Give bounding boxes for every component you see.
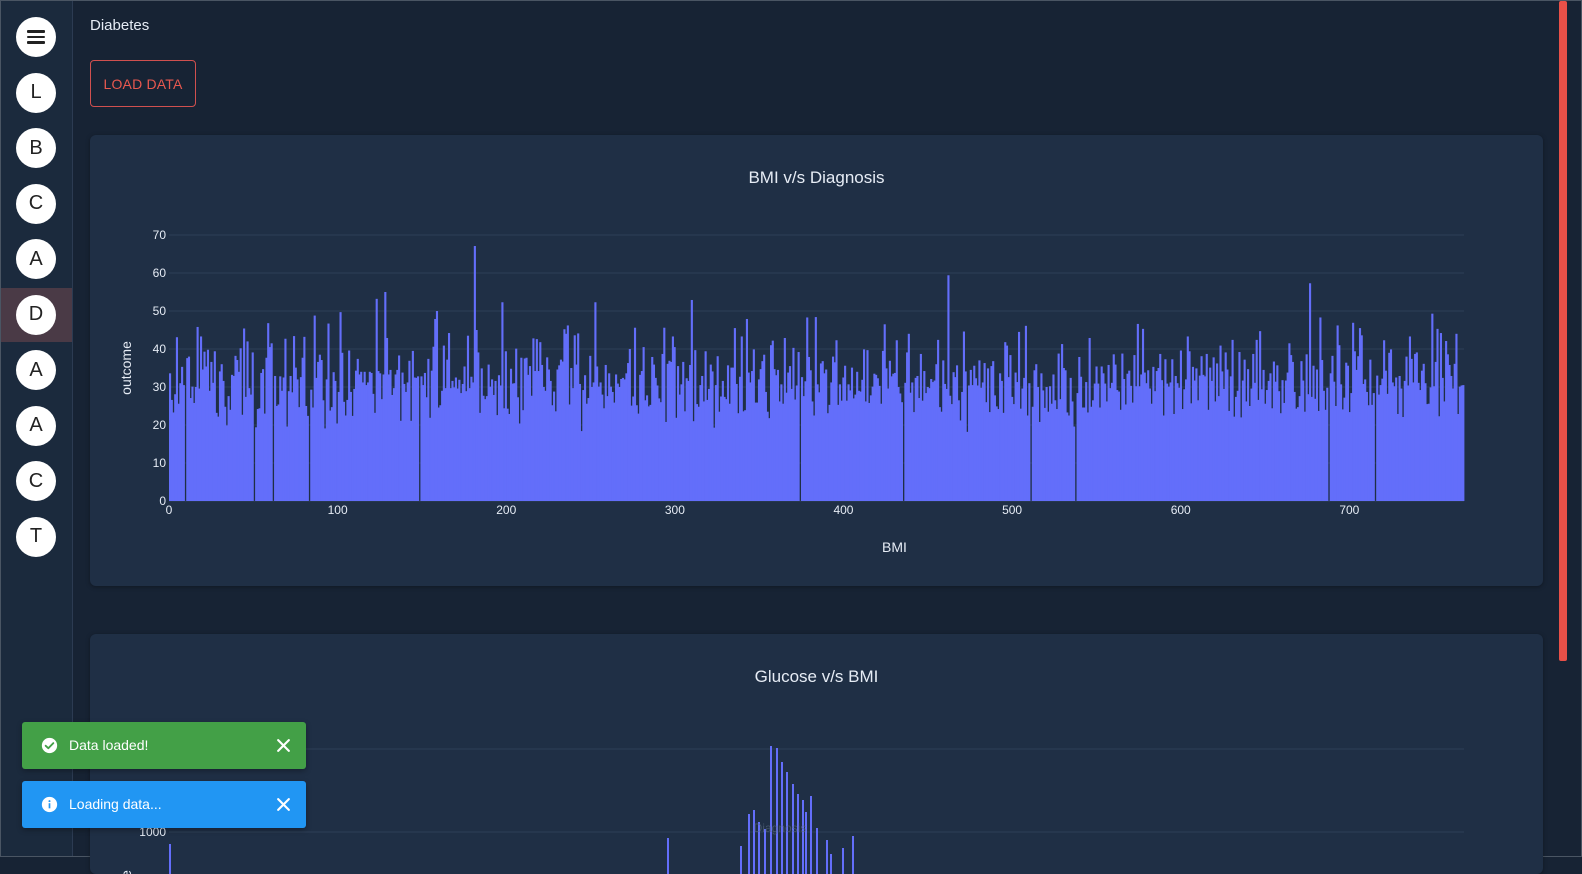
bar[interactable] [776, 748, 778, 874]
y-tick-label: 20 [153, 418, 167, 432]
menu-button[interactable] [1, 10, 72, 64]
y-tick-label: 70 [153, 228, 167, 242]
sidebar-item[interactable]: C [1, 177, 72, 231]
bar[interactable] [667, 838, 669, 874]
avatar: C [16, 183, 56, 224]
bar[interactable] [270, 343, 273, 501]
y-tick-label: 60 [153, 266, 167, 280]
toast-message: Loading data... [69, 796, 162, 812]
y-axis-label: e [118, 870, 134, 874]
glucose-chart-card: Glucose v/s BMI 1000 Diagnosis e [90, 634, 1543, 874]
sidebar-item[interactable]: A [1, 343, 72, 397]
sidebar-item[interactable]: A [1, 232, 72, 286]
sidebar-item[interactable]: A [1, 399, 72, 453]
bars [169, 246, 1465, 501]
sidebar-item[interactable]: L [1, 66, 72, 120]
bar[interactable] [781, 762, 783, 874]
avatar: L [16, 72, 56, 113]
toast-message: Data loaded! [69, 737, 149, 753]
avatar: C [16, 461, 56, 501]
bar[interactable] [810, 796, 812, 874]
x-tick-label: 500 [1002, 503, 1022, 517]
load-data-button[interactable]: LOAD DATA [90, 60, 196, 107]
x-tick-label: 300 [665, 503, 685, 517]
bar[interactable] [802, 800, 804, 874]
bar[interactable] [1028, 383, 1031, 501]
x-axis-label: BMI [882, 539, 907, 555]
sidebar-item[interactable]: C [1, 454, 72, 508]
avatar: A [16, 405, 56, 446]
bar[interactable] [753, 810, 755, 874]
y-tick-label: 50 [153, 304, 167, 318]
bar[interactable] [816, 828, 818, 874]
page-title: Diabetes [90, 17, 150, 34]
bar[interactable] [830, 854, 832, 874]
menu-icon [16, 17, 56, 57]
check-circle-icon [41, 737, 58, 754]
y-tick-label: 10 [153, 456, 167, 470]
avatar: A [16, 239, 56, 279]
x-tick-label: 100 [328, 503, 348, 517]
bar[interactable] [169, 844, 171, 874]
toast-success: Data loaded! [22, 722, 306, 769]
bar[interactable] [852, 836, 854, 874]
bar[interactable] [770, 746, 772, 874]
avatar: D [16, 294, 56, 335]
glucose-bmi-chart[interactable]: 1000 Diagnosise [90, 634, 1543, 874]
sidebar-item[interactable]: B [1, 121, 72, 175]
bar[interactable] [826, 840, 828, 874]
watermark: Diagnosis [754, 821, 807, 835]
x-tick-label: 400 [833, 503, 853, 517]
bar[interactable] [748, 814, 750, 874]
x-tick-label: 200 [496, 503, 516, 517]
bar[interactable] [1462, 385, 1465, 501]
bar[interactable] [1073, 426, 1076, 501]
x-tick-label: 0 [166, 503, 173, 517]
toast-info: Loading data... [22, 781, 306, 828]
x-tick-label: 700 [1339, 503, 1359, 517]
bar[interactable] [251, 352, 254, 501]
bmi-diagnosis-chart[interactable]: 0102030405060700 100 200 300 400 500 600 700BMI… [90, 135, 1543, 586]
bar[interactable] [764, 829, 766, 874]
avatar: B [16, 128, 56, 168]
bar[interactable] [306, 415, 309, 501]
info-circle-icon [41, 796, 58, 813]
y-tick-label: 40 [153, 342, 167, 356]
bar[interactable] [416, 376, 420, 501]
scrollbar-thumb[interactable] [1559, 1, 1567, 661]
close-icon[interactable] [276, 797, 291, 812]
sidebar-item[interactable]: D [1, 287, 72, 342]
y-axis-label: outcome [118, 341, 134, 395]
avatar: A [16, 350, 56, 390]
bar[interactable] [842, 848, 844, 874]
bar[interactable] [740, 846, 742, 874]
bar[interactable] [1372, 393, 1375, 501]
avatar: T [16, 516, 56, 557]
bar[interactable] [900, 402, 903, 501]
x-tick-label: 600 [1171, 503, 1191, 517]
sidebar-item[interactable]: T [1, 510, 72, 564]
y-tick-label: 30 [153, 380, 167, 394]
bar[interactable] [797, 352, 800, 501]
bar[interactable] [1326, 387, 1329, 501]
close-icon[interactable] [276, 738, 291, 753]
bmi-chart-card: BMI v/s Diagnosis 0 10 20 30 40 50 60 70 0 100 200… [90, 135, 1543, 586]
bar[interactable] [182, 385, 185, 501]
